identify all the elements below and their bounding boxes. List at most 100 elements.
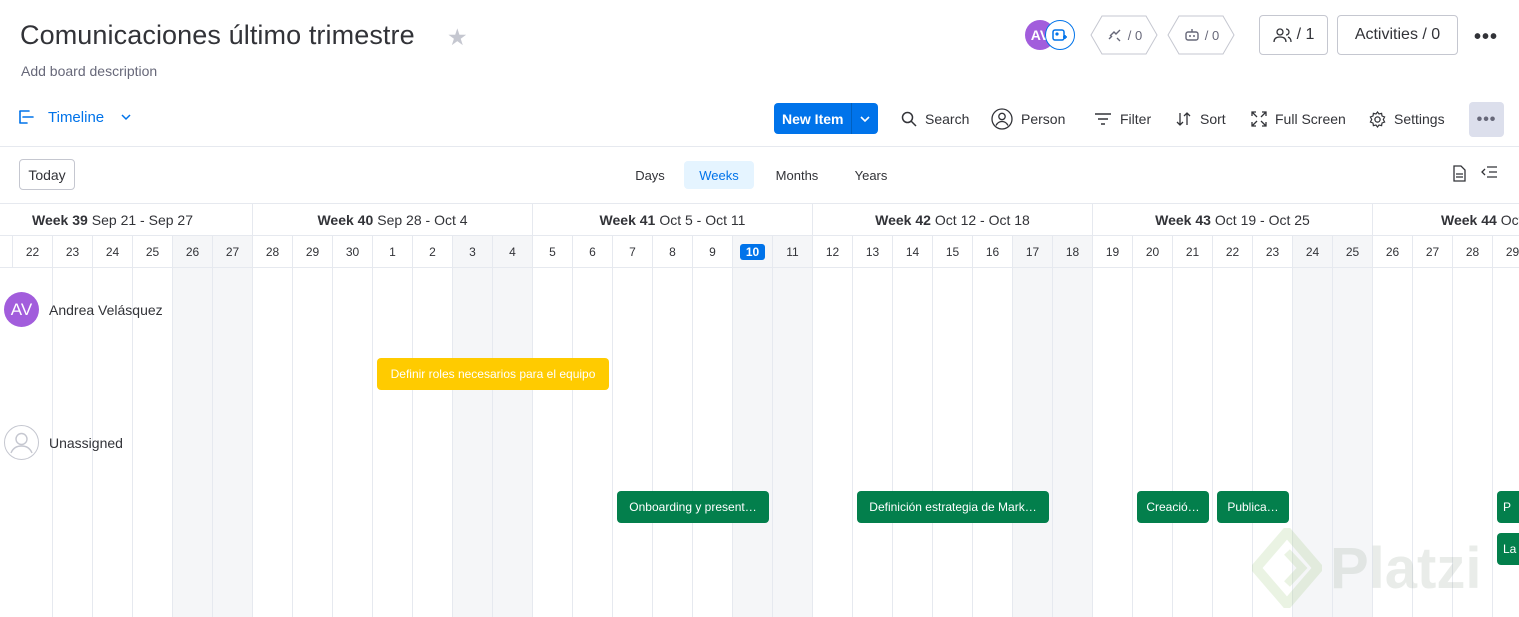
settings-button[interactable]: Settings <box>1369 104 1445 134</box>
timeline-item[interactable]: Publica… <box>1217 491 1289 523</box>
day-column <box>613 268 653 617</box>
new-item-dropdown[interactable] <box>851 103 879 134</box>
day-cell: 22 <box>13 236 53 267</box>
day-cell: 8 <box>653 236 693 267</box>
week-header: Week 43 Oct 19 - Oct 25 <box>1093 204 1373 236</box>
chevron-down-icon <box>860 115 871 122</box>
day-cell: 26 <box>173 236 213 267</box>
sort-label: Sort <box>1200 111 1226 127</box>
person-filter-button[interactable]: Person <box>991 104 1065 134</box>
integrations-icon <box>1108 29 1121 42</box>
view-switcher[interactable]: Timeline <box>18 107 132 127</box>
day-column <box>693 268 733 617</box>
integrations-button[interactable]: / 0 <box>1090 15 1158 55</box>
day-cell: 3 <box>453 236 493 267</box>
group-name: Unassigned <box>49 434 123 451</box>
week-header: Week 41 Oct 5 - Oct 11 <box>533 204 813 236</box>
scale-tab-weeks[interactable]: Weeks <box>684 161 754 189</box>
timeline-item[interactable]: Onboarding y present… <box>617 491 769 523</box>
day-cell: 28 <box>253 236 293 267</box>
day-cell: 4 <box>493 236 533 267</box>
collapse-list-icon[interactable] <box>1481 165 1498 185</box>
sort-icon <box>1176 112 1191 126</box>
day-cell: 18 <box>1053 236 1093 267</box>
day-cell: 26 <box>1373 236 1413 267</box>
timeline-grid[interactable]: Week 39 Sep 21 - Sep 27 Week 40 Sep 28 - O… <box>0 204 1519 617</box>
board-description[interactable]: Add board description <box>21 63 157 79</box>
filter-label: Filter <box>1120 111 1152 127</box>
day-header-row: 22 23 24 25 26 27 28 29 30 1 2 3 4 5 6 7 8 9 10 11 12 13 14 15 1… <box>0 236 1519 268</box>
day-column <box>853 268 893 617</box>
day-column <box>1293 268 1333 617</box>
day-column <box>493 268 533 617</box>
group-name: Andrea Velásquez <box>49 301 163 318</box>
new-item-button-group[interactable]: New Item <box>774 103 879 134</box>
scale-tab-months[interactable]: Months <box>764 161 830 189</box>
day-column <box>453 268 493 617</box>
timeline-body[interactable]: AV Andrea Velásquez Definir roles necesa… <box>0 268 1519 617</box>
day-column <box>573 268 613 617</box>
invite-member-icon[interactable] <box>1045 20 1075 50</box>
day-column <box>1373 268 1413 617</box>
sort-button[interactable]: Sort <box>1176 104 1226 134</box>
people-icon <box>1272 28 1292 43</box>
day-column <box>1093 268 1133 617</box>
timeline-item[interactable]: Definición estrategia de Mark… <box>857 491 1049 523</box>
timeline-item[interactable]: Definir roles necesarios para el equipo <box>377 358 609 390</box>
today-button[interactable]: Today <box>19 159 75 190</box>
members-button[interactable]: / 1 <box>1259 15 1328 55</box>
person-label: Person <box>1021 111 1066 127</box>
filter-button[interactable]: Filter <box>1094 104 1151 134</box>
day-column <box>253 268 293 617</box>
members-count: / 1 <box>1296 26 1315 43</box>
day-column <box>733 268 773 617</box>
day-cell: 24 <box>93 236 133 267</box>
more-options-icon[interactable]: ••• <box>1474 26 1498 49</box>
timeline-item[interactable]: Creació… <box>1137 491 1209 523</box>
unassigned-avatar-icon <box>4 425 39 460</box>
day-column <box>1013 268 1053 617</box>
day-column <box>1053 268 1093 617</box>
day-column <box>773 268 813 617</box>
today-marker: 10 <box>739 243 766 260</box>
day-cell: 2 <box>413 236 453 267</box>
activities-button[interactable]: Activities / 0 <box>1337 15 1458 55</box>
day-cell: 27 <box>213 236 253 267</box>
group-andrea-velasquez[interactable]: AV Andrea Velásquez <box>4 292 163 327</box>
automations-button[interactable]: / 0 <box>1167 15 1235 55</box>
scale-tab-years[interactable]: Years <box>842 161 900 189</box>
day-column <box>293 268 333 617</box>
full-screen-button[interactable]: Full Screen <box>1251 104 1346 134</box>
day-column <box>1413 268 1453 617</box>
day-cell: 6 <box>573 236 613 267</box>
day-cell: 24 <box>1293 236 1333 267</box>
day-column <box>1173 268 1213 617</box>
day-cell: 19 <box>1093 236 1133 267</box>
day-cell: 29 <box>293 236 333 267</box>
new-item-button[interactable]: New Item <box>774 103 852 134</box>
toolbar-more-icon[interactable]: ••• <box>1469 102 1504 137</box>
timeline-item[interactable]: P <box>1497 491 1519 523</box>
day-cell: 25 <box>133 236 173 267</box>
search-button[interactable]: Search <box>901 104 969 134</box>
day-column <box>1453 268 1493 617</box>
day-cell: 28 <box>1453 236 1493 267</box>
day-cell: 21 <box>1173 236 1213 267</box>
scale-tab-days[interactable]: Days <box>626 161 674 189</box>
export-document-icon[interactable] <box>1452 165 1467 187</box>
day-column <box>413 268 453 617</box>
fullscreen-label: Full Screen <box>1275 111 1346 127</box>
person-icon <box>991 108 1013 130</box>
day-column <box>653 268 693 617</box>
timeline-item[interactable]: La <box>1497 533 1519 565</box>
day-column <box>893 268 933 617</box>
day-cell <box>0 236 13 267</box>
board-title[interactable]: Comunicaciones último trimestre <box>20 20 415 51</box>
day-cell: 7 <box>613 236 653 267</box>
day-cell: 20 <box>1133 236 1173 267</box>
group-unassigned[interactable]: Unassigned <box>4 425 123 460</box>
day-column <box>173 268 213 617</box>
favorite-star-icon[interactable]: ★ <box>447 24 468 51</box>
day-column <box>933 268 973 617</box>
toolbar-divider <box>0 146 1519 147</box>
